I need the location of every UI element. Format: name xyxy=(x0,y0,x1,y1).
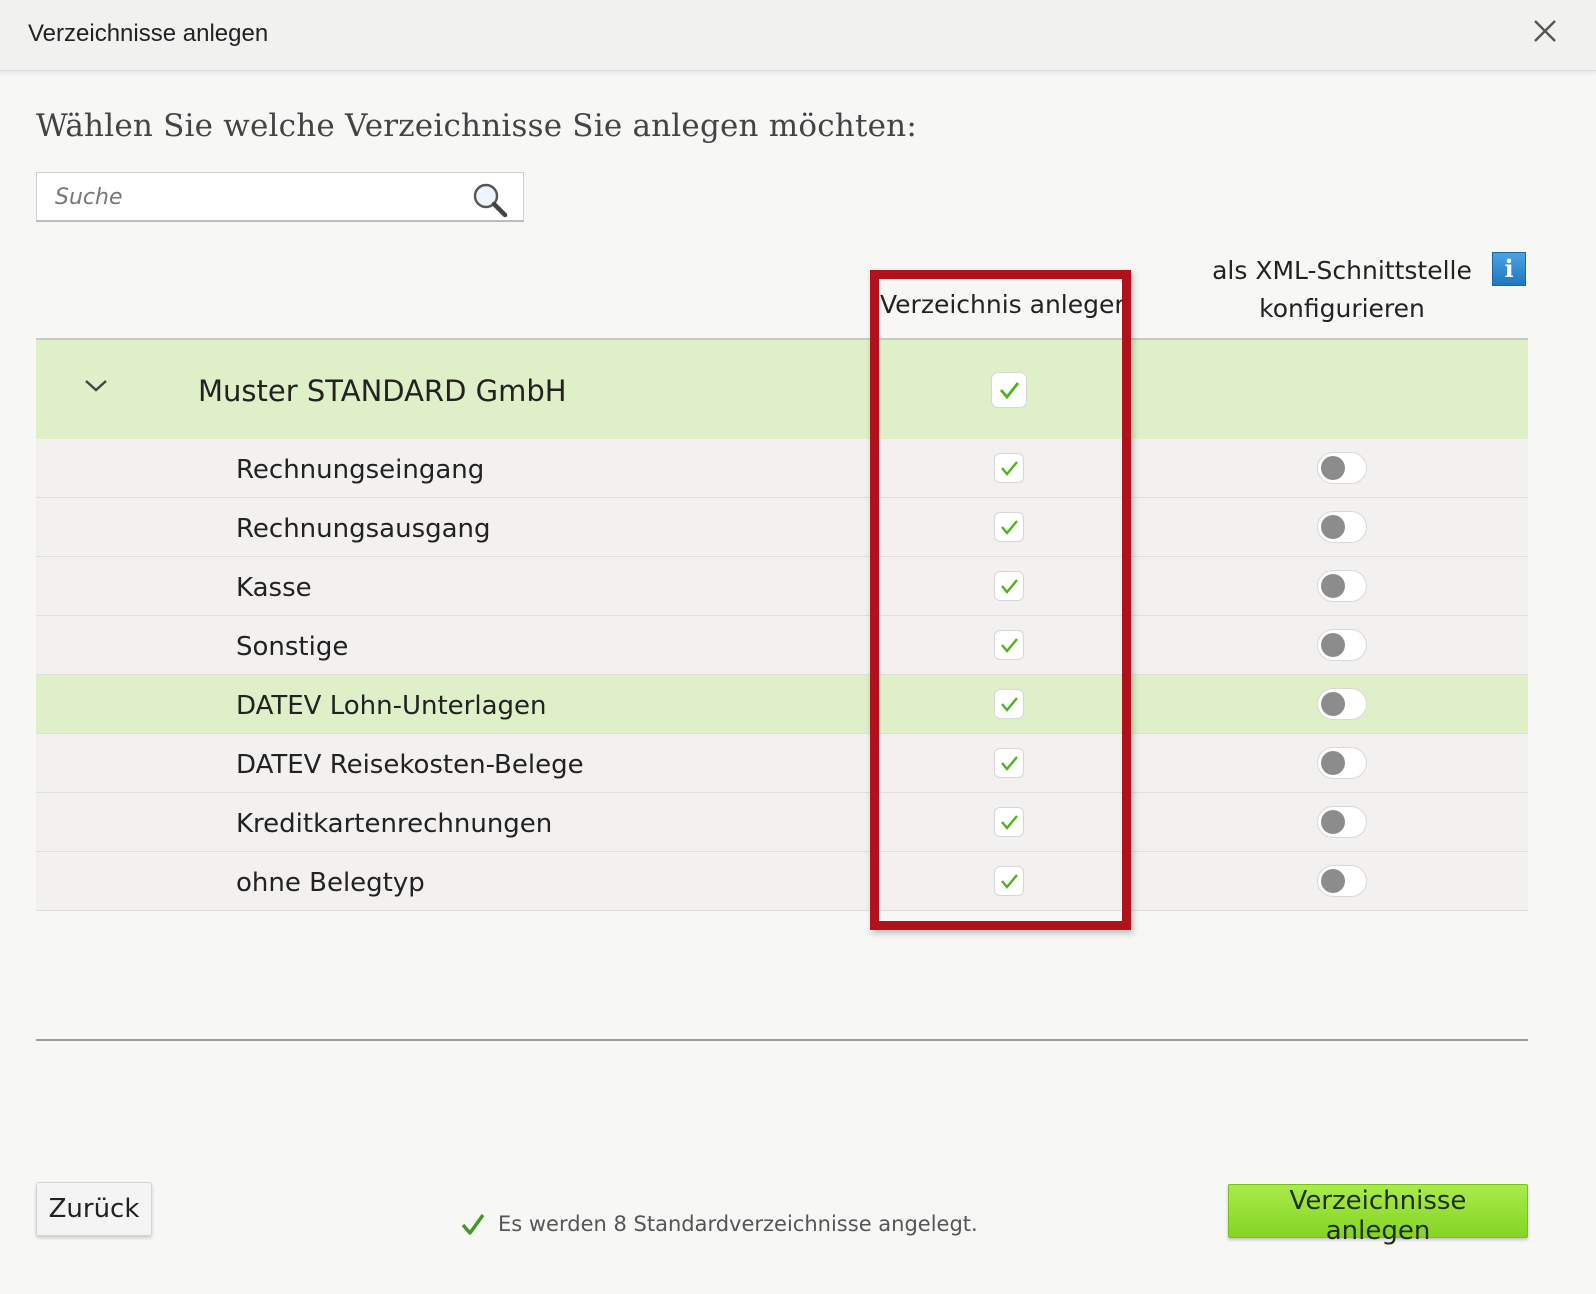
checkmark-icon xyxy=(1001,638,1018,653)
group-row: Muster STANDARD GmbH xyxy=(36,340,1528,439)
xml-toggle[interactable] xyxy=(1318,689,1366,719)
toggle-knob xyxy=(1321,574,1345,598)
directory-label: Kreditkartenrechnungen xyxy=(236,809,553,839)
dialog-titlebar: Verzeichnisse anlegen xyxy=(0,0,1596,71)
toggle-knob xyxy=(1321,456,1345,480)
directory-label: DATEV Reisekosten-Belege xyxy=(236,750,584,780)
create-checkbox[interactable] xyxy=(995,631,1023,659)
directory-label: Rechnungseingang xyxy=(236,455,485,485)
toggle-knob xyxy=(1321,810,1345,834)
checkmark-icon xyxy=(1001,874,1018,889)
create-checkbox[interactable] xyxy=(995,749,1023,777)
dialog-title: Verzeichnisse anlegen xyxy=(28,20,269,47)
directory-label: Sonstige xyxy=(236,632,349,662)
checkmark-icon xyxy=(1001,520,1018,535)
create-checkbox[interactable] xyxy=(995,572,1023,600)
search-box xyxy=(36,172,524,222)
page-heading: Wählen Sie welche Verzeichnisse Sie anle… xyxy=(36,108,917,144)
table-row: DATEV Reisekosten-Belege xyxy=(36,734,1528,793)
directory-table: Muster STANDARD GmbH Rechnungseingang Rec… xyxy=(36,340,1528,911)
checkmark-icon xyxy=(1001,697,1018,712)
xml-toggle[interactable] xyxy=(1318,571,1366,601)
checkmark-icon xyxy=(1001,579,1018,594)
create-checkbox[interactable] xyxy=(995,690,1023,718)
info-icon[interactable]: i xyxy=(1492,252,1526,286)
xml-toggle[interactable] xyxy=(1318,453,1366,483)
directory-label: DATEV Lohn-Unterlagen xyxy=(236,691,547,721)
create-checkbox[interactable] xyxy=(995,867,1023,895)
toggle-knob xyxy=(1321,633,1345,657)
toggle-knob xyxy=(1321,869,1345,893)
xml-toggle[interactable] xyxy=(1318,866,1366,896)
xml-toggle[interactable] xyxy=(1318,512,1366,542)
directory-label: Kasse xyxy=(236,573,312,603)
toggle-knob xyxy=(1321,692,1345,716)
table-row: Kreditkartenrechnungen xyxy=(36,793,1528,852)
create-checkbox[interactable] xyxy=(995,513,1023,541)
toggle-knob xyxy=(1321,515,1345,539)
create-directories-button[interactable]: Verzeichnisse anlegen xyxy=(1228,1184,1528,1246)
column-header-xml-line2: konfigurieren xyxy=(1259,294,1425,323)
chevron-down-icon[interactable] xyxy=(82,376,110,396)
xml-toggle[interactable] xyxy=(1318,748,1366,778)
table-row: Rechnungsausgang xyxy=(36,498,1528,557)
table-row: Rechnungseingang xyxy=(36,439,1528,498)
group-name: Muster STANDARD GmbH xyxy=(198,374,567,408)
xml-toggle[interactable] xyxy=(1318,807,1366,837)
table-row: DATEV Lohn-Unterlagen xyxy=(36,675,1528,734)
search-icon[interactable] xyxy=(471,181,509,219)
back-button[interactable]: Zurück xyxy=(36,1182,152,1236)
table-row: Sonstige xyxy=(36,616,1528,675)
directory-label: Rechnungsausgang xyxy=(236,514,491,544)
create-checkbox[interactable] xyxy=(995,808,1023,836)
status-text: Es werden 8 Standardverzeichnisse angele… xyxy=(498,1212,978,1236)
checkmark-icon xyxy=(1001,815,1018,830)
table-row: ohne Belegtyp xyxy=(36,852,1528,911)
checkmark-icon xyxy=(999,382,1020,400)
column-header-xml-line1: als XML-Schnittstelle xyxy=(1212,256,1472,285)
checkmark-icon xyxy=(461,1214,485,1235)
checkmark-icon xyxy=(1001,461,1018,476)
close-icon[interactable] xyxy=(1530,16,1560,46)
xml-toggle[interactable] xyxy=(1318,630,1366,660)
group-checkbox[interactable] xyxy=(992,373,1026,407)
footer-divider xyxy=(36,1039,1528,1041)
toggle-knob xyxy=(1321,751,1345,775)
column-header-xml: als XML-Schnittstelle konfigurieren xyxy=(1182,252,1502,328)
table-row: Kasse xyxy=(36,557,1528,616)
column-header-create: Verzeichnis anlegen xyxy=(880,290,1130,319)
checkmark-icon xyxy=(1001,756,1018,771)
search-input[interactable] xyxy=(37,173,477,221)
create-checkbox[interactable] xyxy=(995,454,1023,482)
directory-label: ohne Belegtyp xyxy=(236,868,425,898)
